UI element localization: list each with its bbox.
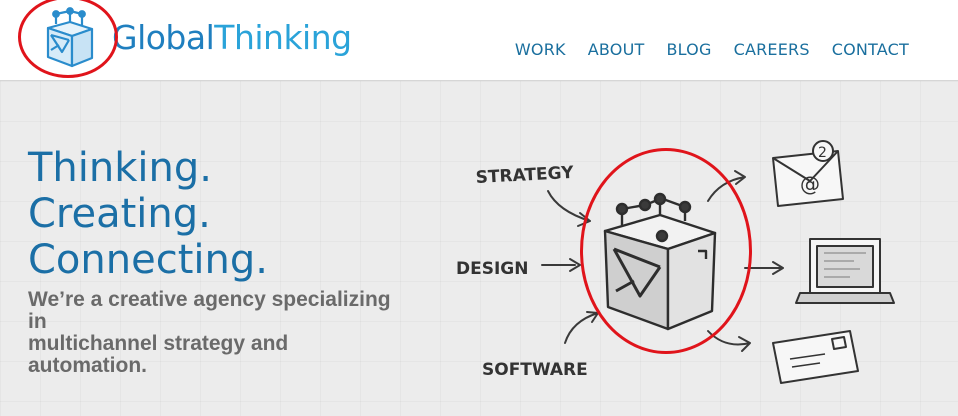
brand-name-part2: Thinking [214, 18, 352, 57]
nav-about[interactable]: ABOUT [588, 40, 645, 59]
software-arrow [564, 311, 599, 344]
tagline-line-2: in [28, 310, 47, 333]
cube-highlight-circle [580, 148, 752, 354]
email-badge: 2 [818, 145, 827, 161]
hero-headline: Thinking. Creating. Connecting. [28, 145, 268, 283]
headline-line-3: Connecting. [28, 237, 268, 283]
email-symbol: @ [800, 172, 820, 196]
headline-line-2: Creating. [28, 191, 211, 237]
brand-name-part1: Global [112, 18, 215, 57]
nav-work[interactable]: WORK [515, 40, 566, 59]
hero-tagline: We’re a creative agency specializing in … [28, 289, 448, 377]
software-label: SOFTWARE [482, 360, 588, 380]
design-label: DESIGN [456, 259, 528, 279]
hero-section: Thinking. Creating. Connecting. We’re a … [0, 81, 958, 416]
tagline-line-4: automation. [28, 354, 147, 377]
brand-name: GlobalThinking [112, 18, 352, 58]
strategy-label: STRATEGY [475, 163, 574, 188]
nav-careers[interactable]: CAREERS [734, 40, 810, 59]
headline-line-1: Thinking. [28, 145, 212, 191]
nav-contact[interactable]: CONTACT [832, 40, 909, 59]
nav-blog[interactable]: BLOG [666, 40, 711, 59]
tagline-line-3: multichannel strategy and [28, 332, 289, 355]
main-nav: WORK ABOUT BLOG CAREERS CONTACT [493, 40, 909, 59]
mail-envelope-icon [772, 330, 859, 384]
design-arrow [541, 258, 581, 272]
laptop-icon [795, 238, 895, 304]
tagline-line-1: We’re a creative agency specializing [28, 288, 391, 311]
site-header: GlobalThinking WORK ABOUT BLOG CAREERS C… [0, 0, 958, 81]
